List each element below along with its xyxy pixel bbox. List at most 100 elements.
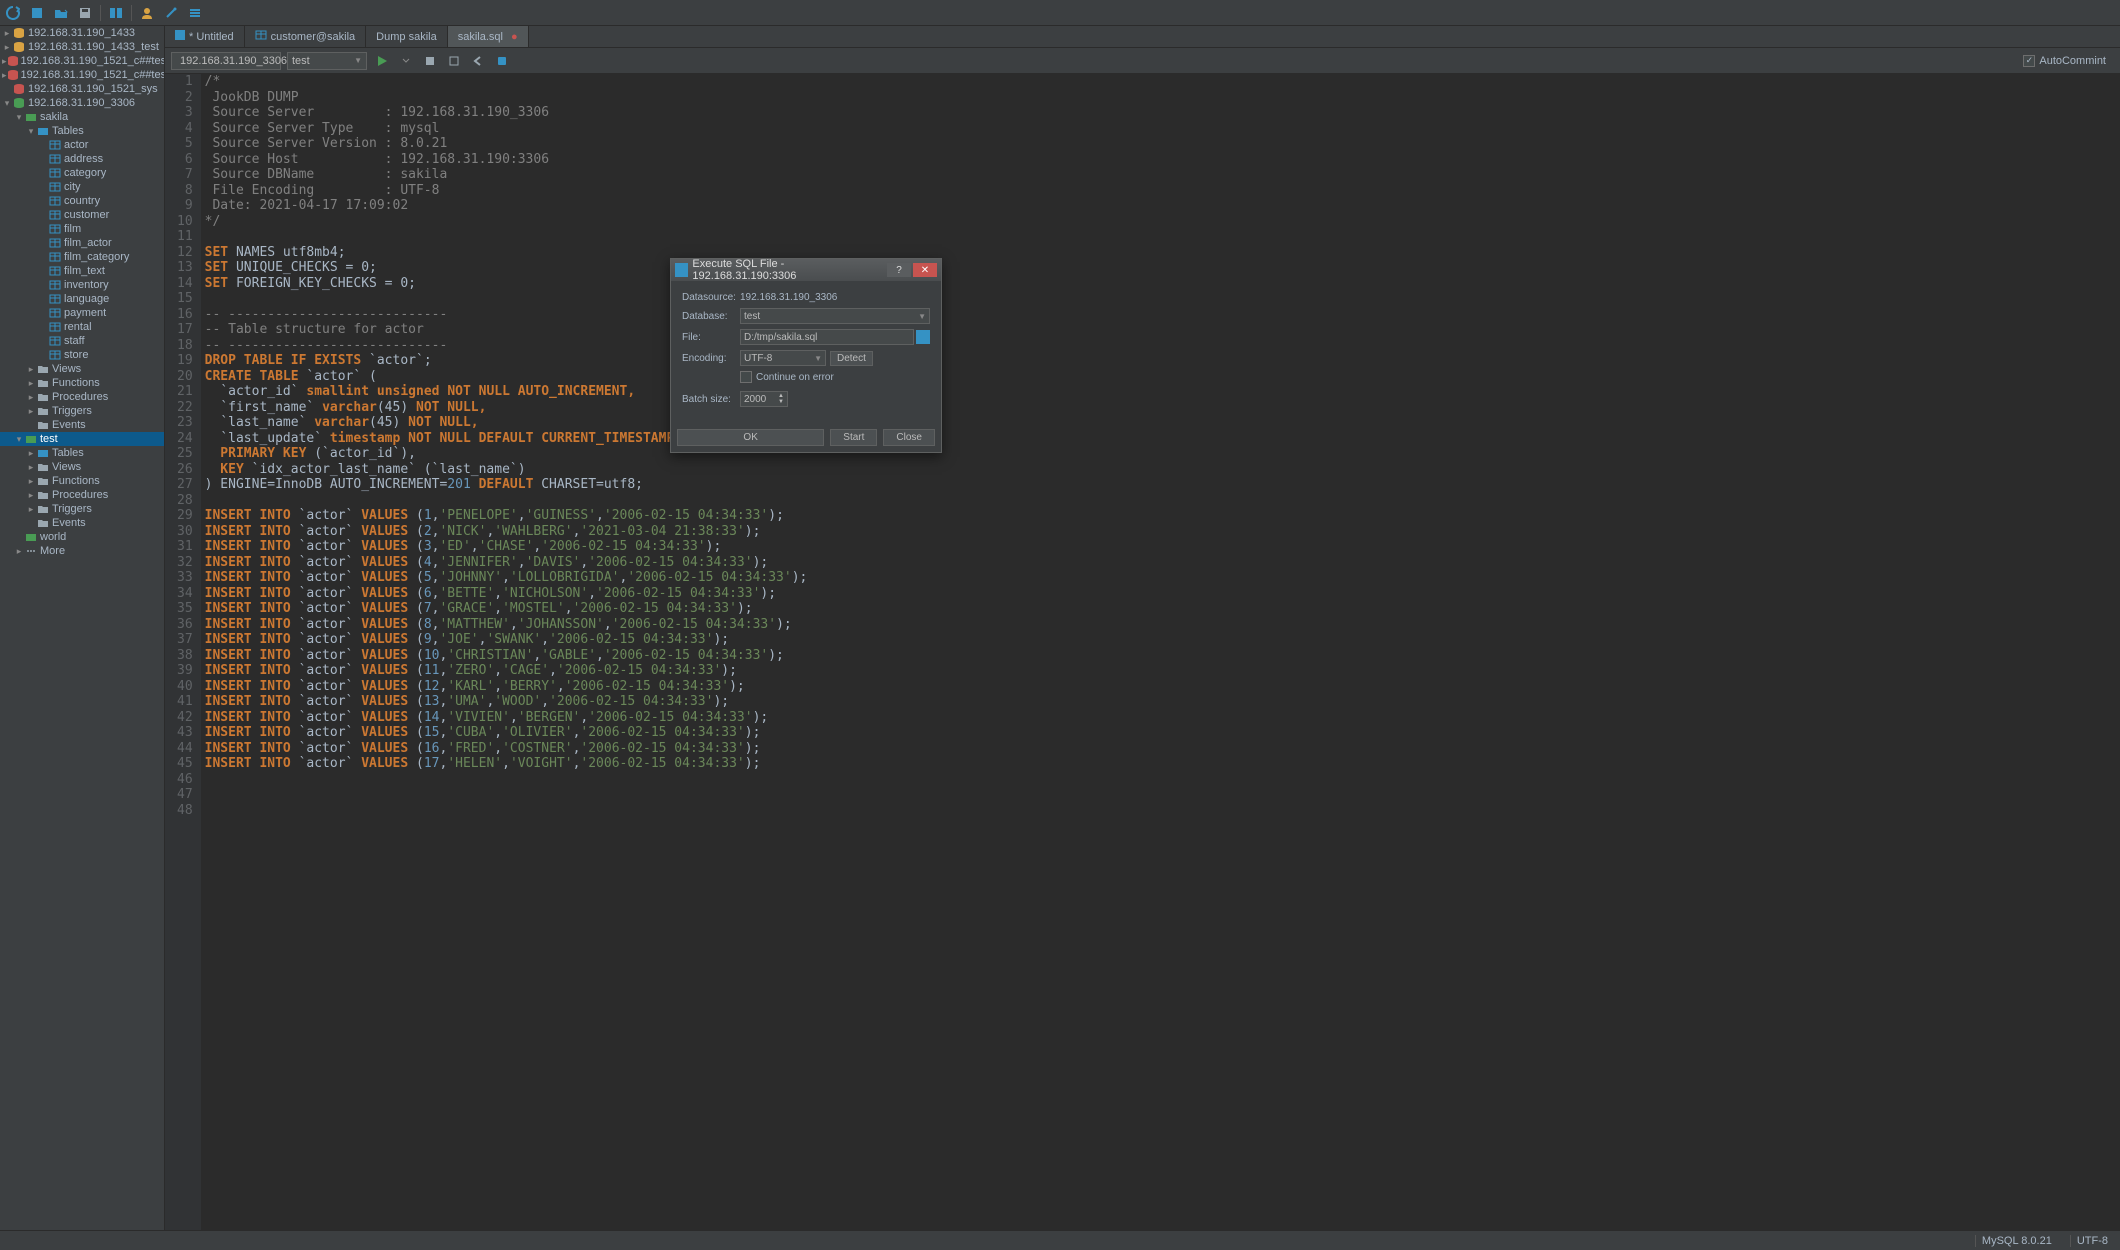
tree-item[interactable]: ▸192.168.31.190_1433 bbox=[0, 26, 164, 40]
tree-item[interactable]: Events bbox=[0, 516, 164, 530]
autocommit-toggle[interactable]: ✓ AutoCommint bbox=[2023, 55, 2106, 67]
tree-item[interactable]: Events bbox=[0, 418, 164, 432]
tab[interactable]: customer@sakila bbox=[245, 26, 367, 47]
tree-item[interactable]: category bbox=[0, 166, 164, 180]
browse-file-icon[interactable] bbox=[916, 330, 930, 344]
db-red-icon bbox=[7, 55, 19, 67]
tree-item[interactable]: actor bbox=[0, 138, 164, 152]
tree-label: film_text bbox=[64, 265, 105, 277]
database-combo[interactable]: test ▼ bbox=[287, 52, 367, 70]
expand-icon[interactable]: ▸ bbox=[26, 448, 36, 459]
expand-icon[interactable]: ▸ bbox=[14, 546, 24, 557]
close-button[interactable]: ✕ bbox=[913, 263, 937, 277]
folder-icon bbox=[36, 517, 50, 529]
tree-item[interactable]: film bbox=[0, 222, 164, 236]
tree-item[interactable]: ▸Triggers bbox=[0, 404, 164, 418]
file-input[interactable] bbox=[740, 329, 914, 345]
expand-icon[interactable]: ▸ bbox=[26, 378, 36, 389]
tree-item[interactable]: ▸192.168.31.190_1433_test bbox=[0, 40, 164, 54]
tree-item[interactable]: country bbox=[0, 194, 164, 208]
new-icon[interactable] bbox=[28, 4, 46, 22]
tree-item[interactable]: ▸Functions bbox=[0, 474, 164, 488]
tree-item[interactable]: ▸More bbox=[0, 544, 164, 558]
tree-item[interactable]: ▾Tables bbox=[0, 124, 164, 138]
dialog-titlebar[interactable]: Execute SQL File - 192.168.31.190:3306 ?… bbox=[671, 259, 941, 281]
tree-item[interactable]: ▾192.168.31.190_3306 bbox=[0, 96, 164, 110]
tree-item[interactable]: ▾sakila bbox=[0, 110, 164, 124]
tree-item[interactable]: ▸192.168.31.190_1521_c##test2 bbox=[0, 68, 164, 82]
batch-size-input[interactable]: 2000 ▲▼ bbox=[740, 391, 788, 407]
expand-icon[interactable]: ▸ bbox=[26, 490, 36, 501]
start-button[interactable]: Start bbox=[830, 429, 877, 446]
tree-item[interactable]: city bbox=[0, 180, 164, 194]
ok-button[interactable]: OK bbox=[677, 429, 824, 446]
encoding-select[interactable]: UTF-8 ▼ bbox=[740, 350, 826, 366]
tree-item[interactable]: ▸Triggers bbox=[0, 502, 164, 516]
expand-icon[interactable]: ▸ bbox=[26, 476, 36, 487]
list-icon[interactable] bbox=[186, 4, 204, 22]
tree-item[interactable]: customer bbox=[0, 208, 164, 222]
expand-icon[interactable]: ▸ bbox=[26, 504, 36, 515]
expand-icon[interactable]: ▸ bbox=[26, 406, 36, 417]
tree-item[interactable]: ▸Tables bbox=[0, 446, 164, 460]
refresh-icon[interactable] bbox=[4, 4, 22, 22]
explain-icon[interactable] bbox=[445, 52, 463, 70]
run-dropdown-icon[interactable] bbox=[397, 52, 415, 70]
tree-item[interactable]: film_actor bbox=[0, 236, 164, 250]
tab[interactable]: sakila.sql● bbox=[448, 26, 529, 47]
expand-icon[interactable]: ▾ bbox=[14, 434, 24, 445]
stop-icon[interactable] bbox=[421, 52, 439, 70]
tree-item[interactable]: store bbox=[0, 348, 164, 362]
help-button[interactable]: ? bbox=[887, 263, 911, 277]
commit-icon[interactable] bbox=[493, 52, 511, 70]
tree-item[interactable]: ▾ test bbox=[0, 432, 164, 446]
tree-item[interactable]: payment bbox=[0, 306, 164, 320]
run-icon[interactable] bbox=[373, 52, 391, 70]
tab[interactable]: * Untitled bbox=[165, 26, 245, 47]
tree-item[interactable]: ▸Functions bbox=[0, 376, 164, 390]
connection-tree[interactable]: ▸192.168.31.190_1433▸192.168.31.190_1433… bbox=[0, 26, 165, 1230]
tree-item[interactable]: ▸192.168.31.190_1521_c##test1 bbox=[0, 54, 164, 68]
open-icon[interactable] bbox=[52, 4, 70, 22]
database-select[interactable]: test ▼ bbox=[740, 308, 930, 324]
tree-item[interactable]: address bbox=[0, 152, 164, 166]
code-area[interactable]: /* JookDB DUMP Source Server : 192.168.3… bbox=[201, 74, 2120, 1230]
user-icon[interactable] bbox=[138, 4, 156, 22]
continue-on-error-checkbox[interactable] bbox=[740, 371, 752, 383]
tree-item[interactable]: film_category bbox=[0, 250, 164, 264]
dialog-title: Execute SQL File - 192.168.31.190:3306 bbox=[692, 258, 883, 282]
tree-item[interactable]: ▸Views bbox=[0, 460, 164, 474]
expand-icon[interactable]: ▸ bbox=[26, 462, 36, 473]
tree-item[interactable]: ▸Procedures bbox=[0, 390, 164, 404]
tree-item[interactable]: ▸Procedures bbox=[0, 488, 164, 502]
tree-item[interactable]: language bbox=[0, 292, 164, 306]
autocommit-checkbox[interactable]: ✓ bbox=[2023, 55, 2035, 67]
tree-item[interactable]: ▸Views bbox=[0, 362, 164, 376]
tree-label: test bbox=[40, 433, 58, 445]
database-select-value: test bbox=[744, 311, 760, 322]
expand-icon[interactable]: ▾ bbox=[26, 126, 36, 137]
detect-button[interactable]: Detect bbox=[830, 351, 873, 366]
compare-icon[interactable] bbox=[107, 4, 125, 22]
sql-editor[interactable]: 1234567891011121314151617181920212223242… bbox=[165, 74, 2120, 1230]
expand-icon[interactable]: ▸ bbox=[26, 364, 36, 375]
tab-close-icon[interactable]: ● bbox=[511, 31, 518, 43]
expand-icon[interactable]: ▾ bbox=[14, 112, 24, 123]
rollback-icon[interactable] bbox=[469, 52, 487, 70]
wand-icon[interactable] bbox=[162, 4, 180, 22]
tree-item[interactable]: rental bbox=[0, 320, 164, 334]
tree-item[interactable]: inventory bbox=[0, 278, 164, 292]
connection-combo[interactable]: 192.168.31.190_3306 ▼ bbox=[171, 52, 281, 70]
batch-size-value: 2000 bbox=[744, 394, 766, 405]
close-dialog-button[interactable]: Close bbox=[883, 429, 935, 446]
tree-item[interactable]: staff bbox=[0, 334, 164, 348]
tab[interactable]: Dump sakila bbox=[366, 26, 448, 47]
save-icon[interactable] bbox=[76, 4, 94, 22]
tree-item[interactable]: film_text bbox=[0, 264, 164, 278]
expand-icon[interactable]: ▸ bbox=[26, 392, 36, 403]
expand-icon[interactable]: ▸ bbox=[2, 28, 12, 39]
tree-item[interactable]: world bbox=[0, 530, 164, 544]
expand-icon[interactable]: ▸ bbox=[2, 42, 12, 53]
tree-item[interactable]: 192.168.31.190_1521_sys bbox=[0, 82, 164, 96]
expand-icon[interactable]: ▾ bbox=[2, 98, 12, 109]
